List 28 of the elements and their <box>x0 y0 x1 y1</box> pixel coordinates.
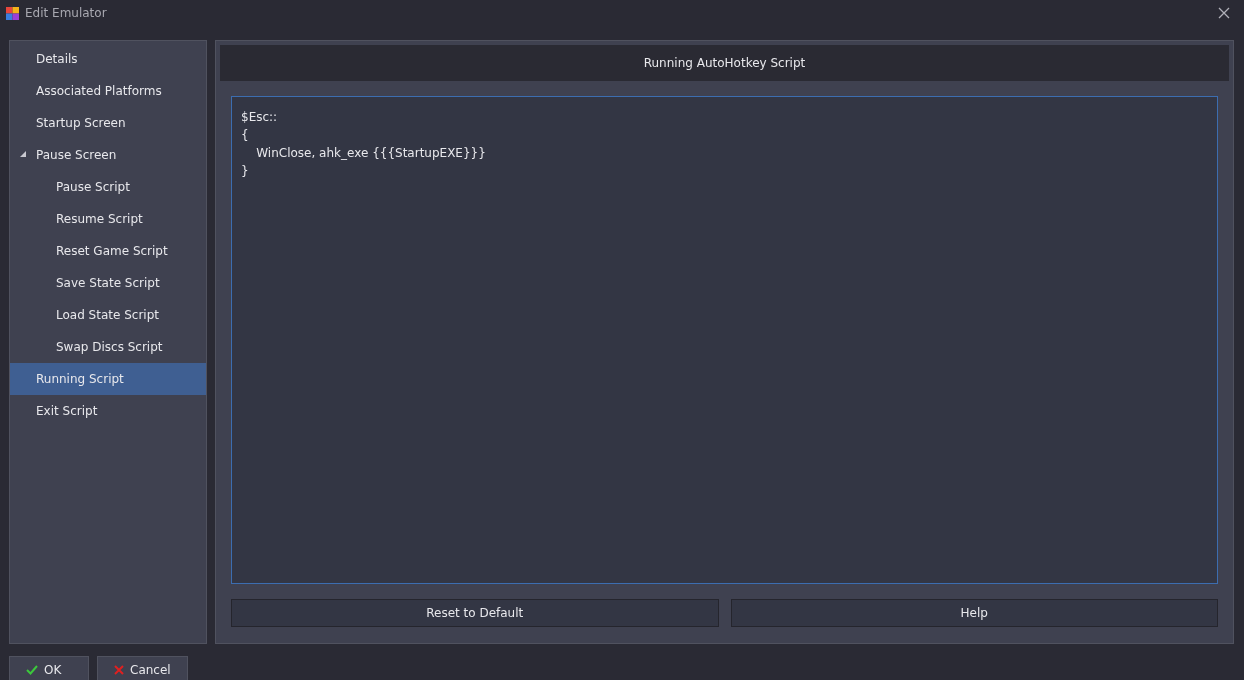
panel-button[interactable]: Help <box>730 599 1218 627</box>
code-line: $Esc:: <box>241 109 279 126</box>
tree-item[interactable]: Pause Screen <box>10 139 206 171</box>
tree-item[interactable]: Load State Script <box>10 299 206 331</box>
tree-item[interactable]: Associated Platforms <box>10 75 206 107</box>
tree-item[interactable]: Details <box>10 43 206 75</box>
code-editor[interactable]: $Esc:: { WinClose, ahk_exe {{{StartupEXE}}} } <box>231 96 1218 584</box>
code-line: { <box>241 127 250 144</box>
code-line: WinClose, ahk_exe {{{StartupEXE}}} <box>255 145 487 162</box>
tree-item[interactable]: Running Script <box>10 363 206 395</box>
ok-button[interactable]: OK <box>9 656 89 680</box>
tree-item[interactable]: Exit Script <box>10 395 206 427</box>
tree-item[interactable]: Pause Script <box>10 171 206 203</box>
expanded-triangle-icon[interactable] <box>20 151 26 157</box>
tree-item[interactable]: Save State Script <box>10 267 206 299</box>
window-title: Edit Emulator <box>25 6 107 20</box>
tree-item[interactable]: Swap Discs Script <box>10 331 206 363</box>
cross-icon <box>114 665 124 675</box>
tree-item[interactable]: Resume Script <box>10 203 206 235</box>
code-line: } <box>241 163 250 180</box>
tree-item[interactable]: Reset Game Script <box>10 235 206 267</box>
cancel-button[interactable]: Cancel <box>97 656 188 680</box>
checkmark-icon <box>26 665 38 675</box>
tree-item[interactable]: Startup Screen <box>10 107 206 139</box>
close-icon[interactable] <box>1218 7 1230 19</box>
app-logo-icon <box>6 6 19 20</box>
panel-header: Running AutoHotkey Script <box>220 45 1229 81</box>
panel-button[interactable]: Reset to Default <box>231 599 719 627</box>
